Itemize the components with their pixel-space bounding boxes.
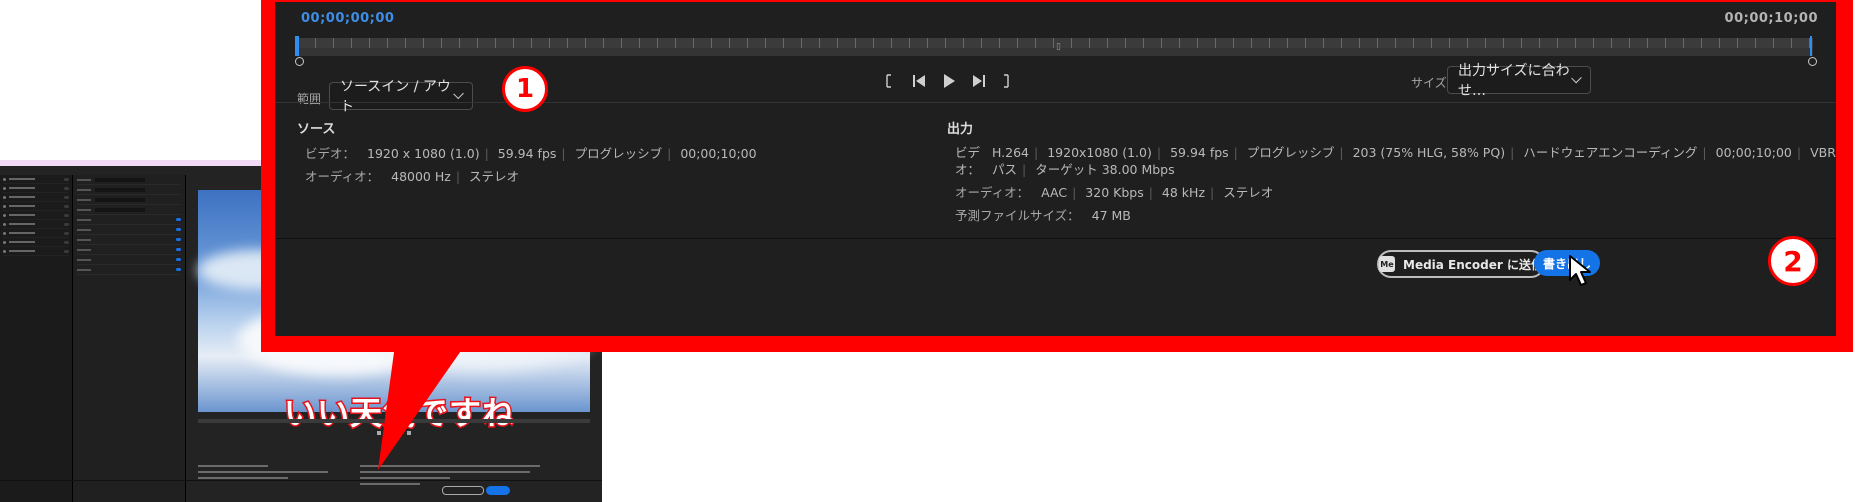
zoom-highlight-frame: 00;00;00;00 00;00;10;00 ▯ 範囲 ソースイン / アウト	[261, 0, 1853, 352]
mouse-cursor-icon	[1569, 255, 1591, 286]
source-audio-info: オーディオ： 48000 Hz | ステレオ	[305, 169, 520, 184]
in-point-handle[interactable]	[295, 36, 299, 56]
export-panel: 00;00;00;00 00;00;10;00 ▯ 範囲 ソースイン / アウト	[275, 2, 1836, 336]
size-select[interactable]: 出力サイズに合わせ…	[1447, 63, 1591, 99]
source-title: ソース	[297, 122, 336, 137]
timeline-scrubber[interactable]	[297, 38, 1813, 56]
size-label: サイズ	[1411, 76, 1447, 90]
mini-footer-divider	[0, 480, 602, 481]
go-to-out-icon[interactable]	[1000, 72, 1012, 90]
output-filesize-info: 予測ファイルサイズ： 47 MB	[955, 208, 1131, 223]
playhead-marker[interactable]: ▯	[1056, 42, 1061, 52]
range-select[interactable]: ソースイン / アウト	[329, 79, 473, 115]
in-point-knob[interactable]	[295, 57, 304, 66]
timecode-start: 00;00;00;00	[301, 11, 395, 26]
output-video-label-2: オ：	[955, 162, 981, 177]
step-back-icon[interactable]	[911, 72, 927, 90]
destinations-panel	[0, 175, 73, 502]
settings-panel	[73, 175, 186, 502]
media-encoder-button[interactable]: Me Media Encoder に送信	[1377, 250, 1545, 278]
timecode-end: 00;00;10;00	[1724, 11, 1818, 26]
output-title: 出力	[947, 122, 974, 137]
output-audio-info: オーディオ： AAC | 320 Kbps | 48 kHz | ステレオ	[955, 185, 1274, 200]
mini-export-button	[486, 486, 510, 495]
step-forward-icon[interactable]	[971, 72, 987, 90]
media-encoder-logo-icon: Me	[1379, 256, 1395, 272]
go-to-in-icon[interactable]	[883, 72, 895, 90]
range-value: ソースイン / アウト	[340, 79, 451, 115]
footer-divider	[275, 238, 1836, 239]
out-point-knob[interactable]	[1808, 57, 1817, 66]
mini-scrubber	[198, 419, 590, 423]
mini-transport	[198, 431, 590, 437]
video-caption: いい天気ですね	[282, 393, 516, 434]
step-2-badge: 2	[1768, 236, 1818, 286]
size-value: 出力サイズに合わせ…	[1458, 63, 1570, 99]
range-label: 範囲	[297, 92, 322, 106]
source-video-info: ビデオ： 1920 x 1080 (1.0) | 59.94 fps | プログレッ…	[305, 146, 757, 161]
output-video-info-cont: パス | ターゲット 38.00 Mbps	[992, 162, 1175, 177]
mini-media-encoder-button	[442, 486, 484, 495]
step-1-badge: 1	[502, 66, 548, 112]
play-icon[interactable]	[942, 72, 956, 90]
media-encoder-label: Media Encoder に送信	[1403, 257, 1543, 272]
out-point-handle[interactable]	[1810, 36, 1812, 56]
